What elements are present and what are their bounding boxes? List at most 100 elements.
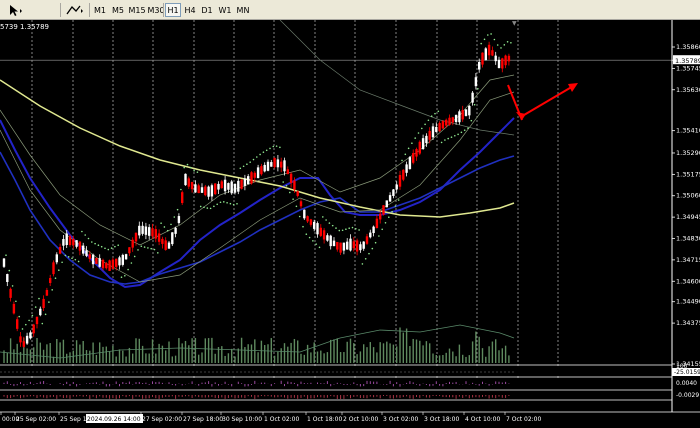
candle-body — [131, 239, 134, 248]
candle-body — [207, 186, 210, 197]
candle-body — [164, 240, 167, 250]
sar-dot — [176, 208, 179, 211]
candle-body — [29, 332, 32, 339]
candle-body — [428, 130, 431, 140]
candle-body — [379, 213, 382, 220]
price-chart-area[interactable]: 5739 1.35789 ▼ 1.358601.357891.357451.35… — [0, 19, 700, 424]
sar-dot — [61, 261, 63, 264]
sar-dot — [437, 110, 440, 113]
time-label: 27 Sep 18:00 — [183, 416, 223, 423]
candle-body — [19, 336, 22, 343]
sub-indicator-axis: 1000-25.01590.0040-0.0029 — [672, 363, 700, 399]
candle-body — [174, 227, 177, 234]
sar-dot — [302, 225, 304, 228]
candle-body — [58, 247, 62, 254]
timeframe-m5[interactable]: M5 — [110, 3, 126, 17]
candle-body — [220, 181, 223, 189]
sar-dot — [170, 223, 172, 226]
sar-dot — [312, 240, 314, 242]
candle-body — [138, 225, 141, 236]
sar-dot — [388, 216, 390, 219]
candle-body — [491, 50, 494, 56]
price-chart-svg[interactable]: 5739 1.35789 ▼ 1.358601.357891.357451.35… — [0, 19, 700, 424]
drawing-tools-icon[interactable] — [64, 2, 86, 18]
sar-dot — [147, 247, 149, 249]
sar-dot — [236, 202, 238, 205]
candle-body — [210, 185, 214, 197]
candle-body — [478, 61, 481, 70]
timeframe-mn[interactable]: MN — [234, 3, 252, 17]
timeframe-d1[interactable]: D1 — [199, 3, 215, 17]
sar-dot — [87, 237, 90, 240]
sar-dot — [430, 115, 433, 117]
candle-body — [9, 288, 12, 298]
sar-dot — [206, 207, 209, 209]
candle-body — [349, 238, 352, 251]
candle-body — [167, 242, 171, 249]
candle-body — [187, 178, 190, 187]
sar-dot — [335, 227, 337, 229]
sar-dot — [21, 328, 24, 330]
sar-dot — [384, 221, 387, 224]
time-label: 1 Oct 02:00 — [264, 416, 299, 423]
sar-dot — [391, 210, 393, 213]
candle-body — [134, 232, 138, 242]
candle-body — [200, 187, 204, 193]
sar-dot — [292, 198, 294, 200]
sar-dot — [414, 137, 417, 139]
sar-dot — [153, 248, 156, 251]
sar-dot — [401, 159, 403, 162]
time-label: 1 Oct 18:00 — [307, 416, 342, 423]
candle-body — [68, 236, 72, 246]
sar-dot — [25, 323, 27, 326]
candle-body — [49, 278, 52, 284]
sar-dot — [483, 38, 486, 41]
candle-body — [270, 162, 273, 167]
candle-body — [141, 225, 144, 234]
timeframe-h4[interactable]: H4 — [182, 3, 198, 17]
candle-body — [45, 289, 49, 296]
timeframe-m1[interactable]: M1 — [92, 3, 108, 17]
sar-dot — [477, 87, 479, 90]
candle-body — [445, 119, 448, 126]
toolbar-separator — [60, 3, 61, 17]
sar-dot — [104, 247, 106, 250]
sar-dot — [226, 201, 228, 204]
timeframe-w1[interactable]: W1 — [217, 3, 233, 17]
sar-dot — [315, 243, 318, 245]
cursor-arrow-icon[interactable] — [4, 2, 24, 18]
candle-body — [177, 216, 181, 223]
sar-dot — [397, 199, 400, 201]
timeframe-m15[interactable]: M15 — [127, 3, 147, 17]
candle-body — [461, 110, 464, 120]
time-label: 25 Sep 18 — [60, 416, 91, 423]
time-label: 25 Sep 02:00 — [16, 416, 56, 423]
candle-body — [497, 59, 501, 68]
candle-body — [124, 254, 128, 260]
candle-body — [95, 258, 98, 264]
sar-dot — [308, 236, 311, 239]
sar-dot — [124, 274, 126, 277]
candle-body — [240, 179, 243, 189]
sub-value-label: -25.0159 — [674, 369, 700, 376]
candle-body — [266, 161, 270, 171]
sar-dot — [143, 246, 146, 248]
sar-dot — [473, 103, 476, 106]
sar-dot — [457, 133, 459, 136]
candle-body — [121, 254, 124, 265]
sar-dot — [374, 241, 377, 244]
sar-dot — [117, 244, 119, 246]
candle-body — [171, 232, 174, 245]
time-label: 3 Oct 02:00 — [383, 416, 418, 423]
sar-dot — [358, 229, 360, 231]
candle-body — [88, 254, 91, 260]
candle-body — [227, 183, 230, 190]
candle-body — [108, 260, 111, 271]
timeframe-h1[interactable]: H1 — [165, 3, 181, 17]
candle-body — [306, 216, 309, 222]
sar-dot — [173, 216, 176, 218]
time-axis[interactable]: 00:0025 Sep 02:00 25 Sep 182024.09.26 14:… — [0, 411, 700, 423]
sar-dot — [417, 132, 420, 134]
sar-dot — [368, 252, 370, 255]
sar-dot — [407, 147, 410, 150]
